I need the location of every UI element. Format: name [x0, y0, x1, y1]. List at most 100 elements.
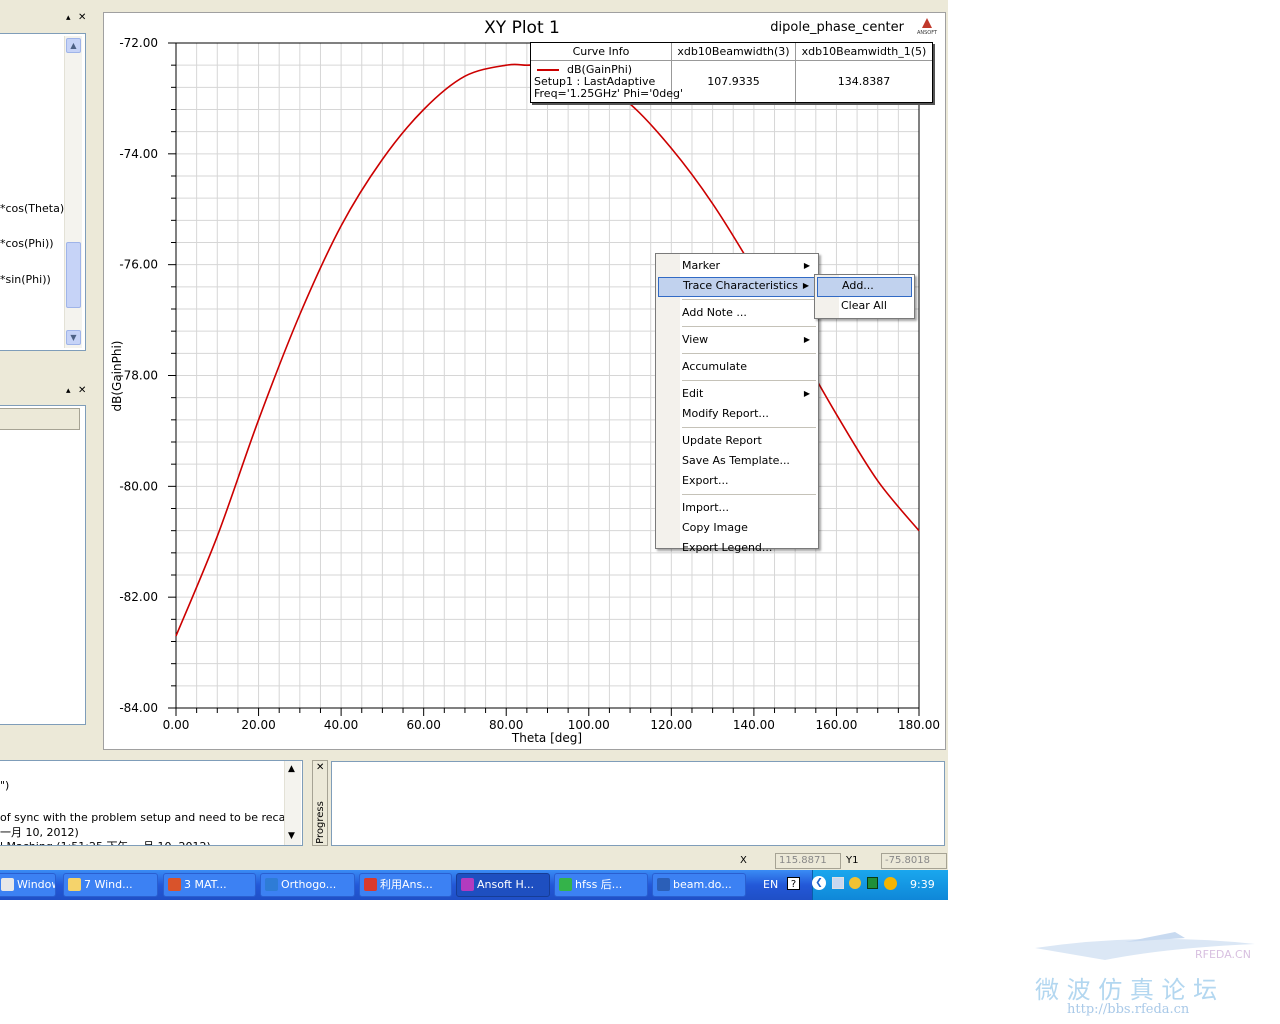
- menu-separator: [682, 427, 816, 428]
- taskbar-button[interactable]: Orthogo...: [260, 873, 355, 897]
- message-line: of sync with the problem setup and need …: [0, 811, 303, 824]
- scroll-down-icon[interactable]: ▼: [288, 831, 295, 841]
- taskbar-button[interactable]: 3 MAT...: [163, 873, 256, 897]
- menu-separator: [682, 380, 816, 381]
- taskbar-clock: 9:39: [910, 878, 935, 891]
- menu-separator: [682, 299, 816, 300]
- menu-item-accumulate[interactable]: Accumulate: [658, 358, 816, 376]
- menu-item-save-as-template[interactable]: Save As Template...: [658, 452, 816, 470]
- watermark-url: http://bbs.rfeda.cn: [1067, 1002, 1190, 1017]
- y-axis-ticks: -72.00 -74.00 -76.00 -78.00 -80.00 -82.00 -84.…: [119, 36, 176, 715]
- trace-characteristics-submenu[interactable]: Add... Clear All: [814, 274, 915, 319]
- status-y-value: -75.8018: [881, 853, 947, 869]
- menu-item-view[interactable]: View ▶: [658, 331, 816, 349]
- plot-title: XY Plot 1: [484, 18, 560, 38]
- tray-app-icon[interactable]: [867, 877, 878, 889]
- menu-separator: [682, 494, 816, 495]
- legend-header-beamwidth-3: xdb10Beamwidth(3): [677, 45, 790, 58]
- app-icon: [559, 878, 572, 891]
- menu-item-update-report[interactable]: Update Report: [658, 432, 816, 450]
- menu-item-export[interactable]: Export...: [658, 472, 816, 490]
- taskbar-button[interactable]: beam.do...: [652, 873, 746, 897]
- message-scrollbar[interactable]: ▲ ▼: [284, 761, 301, 845]
- x-tick-label: 80.00: [489, 718, 523, 732]
- x-tick-label: 120.00: [650, 718, 692, 732]
- tray-user-icon[interactable]: [849, 877, 861, 889]
- progress-panel-tab: ✕ Progress: [312, 760, 328, 846]
- y-tick-label: -76.00: [119, 258, 158, 272]
- app-icon: [364, 878, 377, 891]
- taskbar-button[interactable]: hfss 后...: [554, 873, 648, 897]
- submenu-arrow-icon: ▶: [803, 261, 810, 270]
- message-line: l Maching (1:51:25 下午 一月 10, 2012): [0, 838, 211, 845]
- x-tick-label: 40.00: [324, 718, 358, 732]
- curve-legend[interactable]: Curve Info xdb10Beamwidth(3) xdb10Beamwi…: [530, 42, 933, 103]
- legend-value-beamwidth-3: 107.9335: [707, 75, 760, 88]
- taskbar-button[interactable]: Window...: [0, 873, 56, 897]
- status-x-label: X: [740, 855, 747, 866]
- menu-item-trace-characteristics[interactable]: Trace Characteristics ▶: [658, 277, 816, 297]
- x-axis-label: Theta [deg]: [511, 731, 582, 745]
- project-name: dipole_phase_center: [770, 20, 904, 35]
- legend-trace-freq: Freq='1.25GHz' Phi='0deg': [534, 87, 684, 100]
- app-icon: [461, 878, 474, 891]
- svg-text:ANSOFT: ANSOFT: [917, 30, 938, 36]
- menu-item-modify-report[interactable]: Modify Report...: [658, 405, 816, 423]
- watermark-site: RFEDA.CN: [1195, 948, 1251, 961]
- tray-network-icon[interactable]: [832, 877, 844, 889]
- menu-item-edit[interactable]: Edit ▶: [658, 385, 816, 403]
- watermark: RFEDA.CN 微 波 仿 真 论 坛 http://bbs.rfeda.cn: [1025, 930, 1275, 1020]
- x-tick-label: 100.00: [568, 718, 610, 732]
- tray-qq-icon[interactable]: [884, 877, 897, 890]
- app-icon: [68, 878, 81, 891]
- x-tick-label: 60.00: [406, 718, 440, 732]
- taskbar-button[interactable]: Ansoft H...: [456, 873, 550, 897]
- legend-header-beamwidth-5: xdb10Beamwidth_1(5): [801, 45, 927, 58]
- y-tick-label: -78.00: [119, 369, 158, 383]
- menu-item-import[interactable]: Import...: [658, 499, 816, 517]
- watermark-title: 微 波 仿 真 论 坛: [1035, 976, 1218, 1004]
- menu-item-marker[interactable]: Marker ▶: [658, 257, 816, 275]
- y-tick-label: -72.00: [119, 36, 158, 50]
- status-x-value: 115.8871: [775, 853, 841, 869]
- message-line: "): [0, 779, 10, 792]
- submenu-arrow-icon: ▶: [802, 281, 809, 290]
- y-tick-label: -84.00: [119, 701, 158, 715]
- language-indicator[interactable]: EN: [763, 878, 778, 891]
- legend-trace-swatch: [537, 69, 559, 71]
- x-tick-label: 0.00: [163, 718, 190, 732]
- app-icon: [168, 878, 181, 891]
- context-menu[interactable]: Marker ▶ Trace Characteristics ▶ Add Note ..…: [655, 253, 819, 554]
- panel-close-icon[interactable]: ✕: [316, 762, 324, 773]
- app-icon: [1, 878, 14, 891]
- x-axis-ticks: 0.00 20.00 40.00 60.00 80.00 100.00 120.00 140.…: [163, 708, 940, 732]
- y-axis-label: dB(GainPhi): [110, 341, 124, 412]
- menu-item-copy-image[interactable]: Copy Image: [658, 519, 816, 537]
- submenu-add[interactable]: Add...: [817, 277, 912, 297]
- submenu-clear-all[interactable]: Clear All: [817, 297, 912, 315]
- submenu-arrow-icon: ▶: [803, 389, 810, 398]
- progress-label: Progress: [314, 801, 326, 844]
- message-list[interactable]: ") of sync with the problem setup and ne…: [0, 760, 303, 846]
- y-tick-label: -82.00: [119, 590, 158, 604]
- progress-area[interactable]: [331, 761, 945, 846]
- scroll-up-icon[interactable]: ▲: [288, 764, 295, 774]
- menu-item-export-legend[interactable]: Export Legend...: [658, 539, 816, 557]
- y-tick-label: -74.00: [119, 147, 158, 161]
- submenu-arrow-icon: ▶: [803, 335, 810, 344]
- app-icon: [657, 878, 670, 891]
- status-y-label: Y1: [846, 855, 859, 866]
- taskbar-button[interactable]: 7 Wind...: [63, 873, 158, 897]
- x-tick-label: 160.00: [815, 718, 857, 732]
- menu-separator: [682, 326, 816, 327]
- tray-expand-icon[interactable]: ❮: [812, 876, 826, 890]
- taskbar-button[interactable]: 利用Ans...: [359, 873, 452, 897]
- app-icon: [265, 878, 278, 891]
- help-icon[interactable]: ?: [787, 877, 800, 890]
- ansoft-logo: ANSOFT: [917, 18, 938, 36]
- x-tick-label: 140.00: [733, 718, 775, 732]
- x-tick-label: 20.00: [241, 718, 275, 732]
- x-tick-label: 180.00: [898, 718, 940, 732]
- menu-item-add-note[interactable]: Add Note ...: [658, 304, 816, 322]
- menu-separator: [682, 353, 816, 354]
